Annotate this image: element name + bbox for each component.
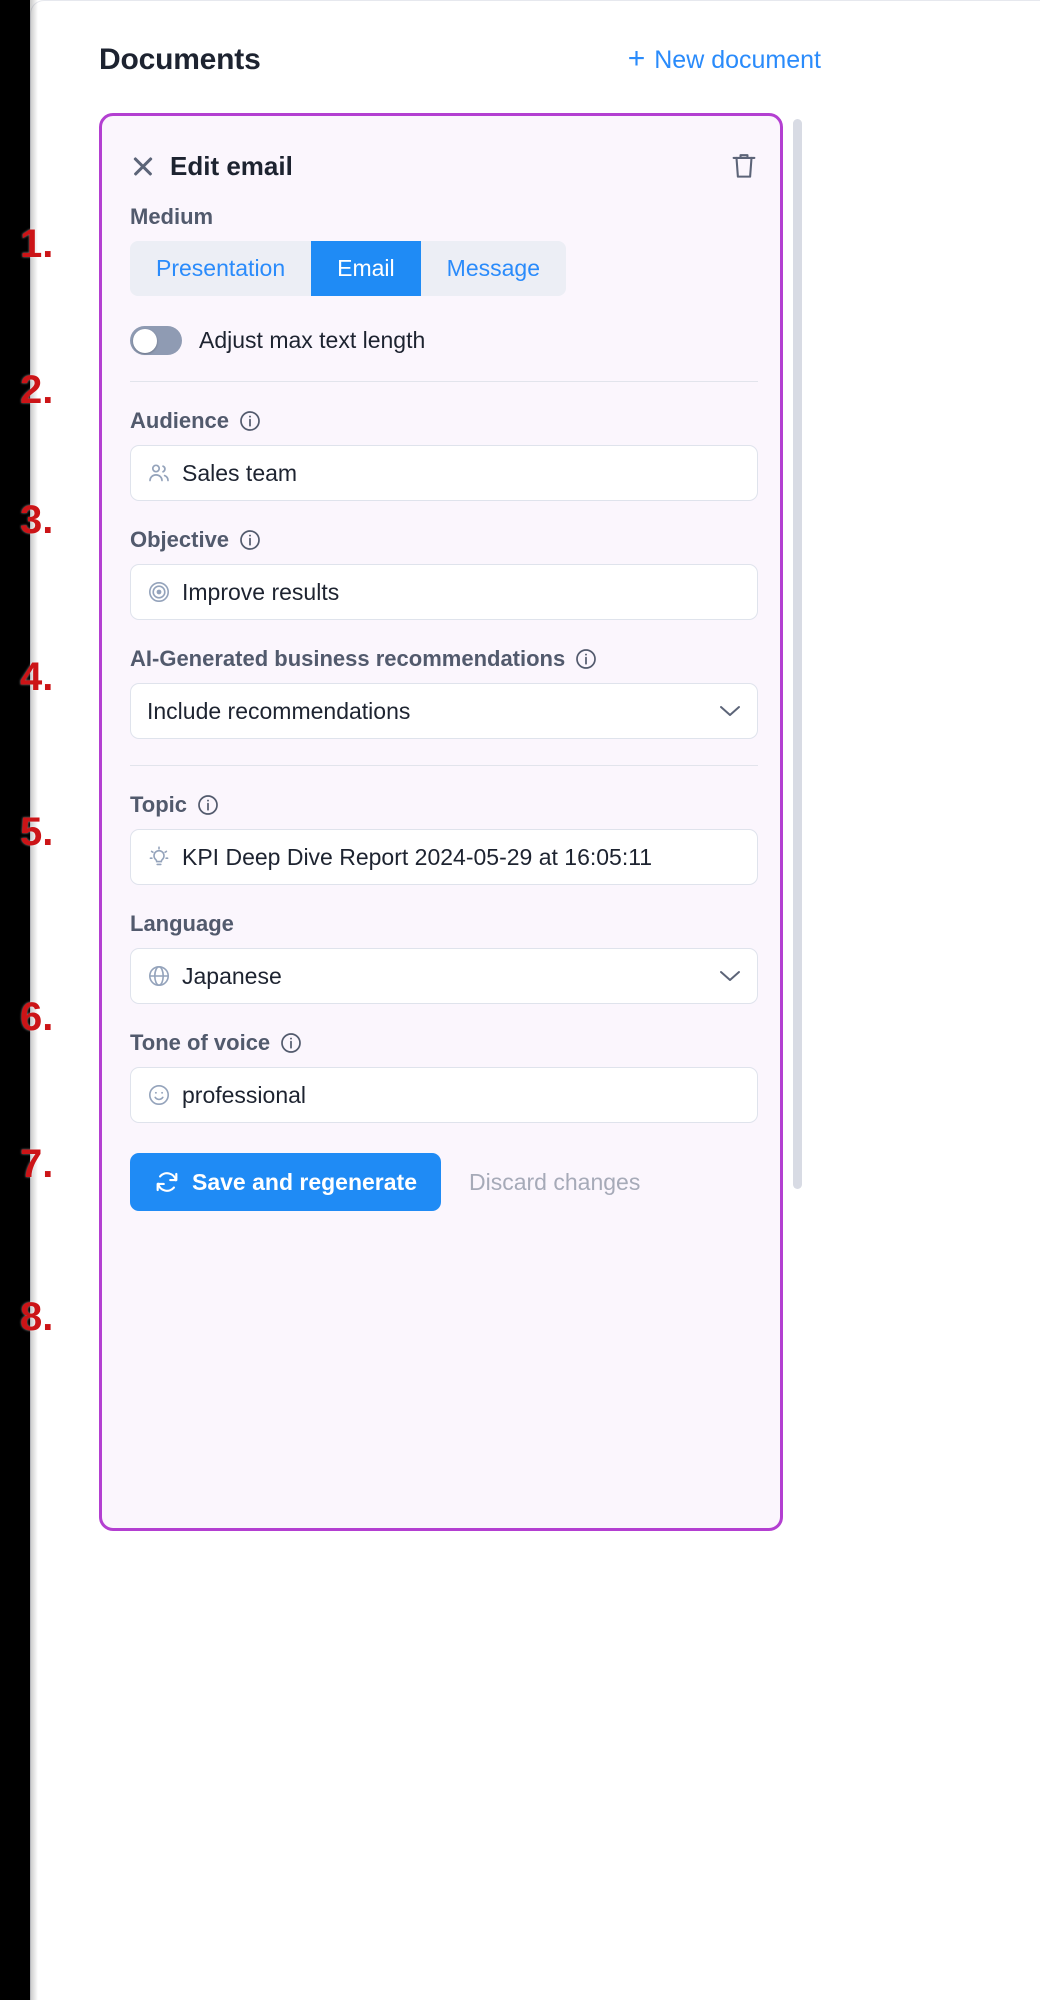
language-label-row: Language — [130, 911, 758, 937]
language-value: Japanese — [182, 962, 282, 989]
divider-top — [130, 381, 758, 382]
recommendations-select[interactable]: Include recommendations — [130, 683, 758, 739]
medium-segmented-control: Presentation Email Message — [130, 241, 566, 296]
audience-label: Audience — [130, 408, 230, 433]
recommendations-label-row: AI-Generated business recommendations — [130, 646, 758, 672]
panel-title: Edit email — [170, 150, 293, 181]
topic-field: Topic KPI Deep Dive Report 2024-05-29 at… — [130, 792, 758, 885]
audience-input[interactable]: Sales team — [130, 445, 758, 501]
medium-label-row: Medium — [130, 204, 758, 230]
objective-field: Objective Improve results — [130, 527, 758, 620]
objective-label-row: Objective — [130, 527, 758, 553]
target-icon — [147, 580, 171, 604]
medium-option-message[interactable]: Message — [421, 241, 566, 296]
page-title: Documents — [99, 43, 261, 76]
language-label: Language — [130, 911, 234, 936]
step-marker-7: 7. — [20, 1142, 54, 1186]
documents-header: Documents + New document — [99, 29, 821, 91]
step-marker-3: 3. — [20, 498, 54, 542]
recommendations-field: AI-Generated business recommendations In… — [130, 646, 758, 739]
info-icon[interactable] — [575, 648, 597, 670]
language-field: Language Japanese — [130, 911, 758, 1004]
panel-header: Edit email — [130, 144, 758, 188]
trash-icon[interactable] — [730, 151, 758, 181]
screenshot-root: Documents + New document Edit email Medi… — [0, 0, 1040, 2000]
objective-label: Objective — [130, 527, 230, 552]
topic-value: KPI Deep Dive Report 2024-05-29 at 16:05… — [182, 843, 653, 870]
recommendations-label: AI-Generated business recommendations — [130, 646, 566, 671]
smiley-icon — [147, 1083, 171, 1107]
language-select[interactable]: Japanese — [130, 948, 758, 1004]
globe-icon — [147, 964, 171, 988]
step-marker-6: 6. — [20, 995, 54, 1039]
step-marker-1: 1. — [20, 222, 54, 266]
info-icon[interactable] — [239, 410, 261, 432]
medium-label: Medium — [130, 204, 214, 229]
discard-changes-button[interactable]: Discard changes — [451, 1169, 658, 1196]
tone-field: Tone of voice professional — [130, 1030, 758, 1123]
close-icon[interactable] — [130, 153, 156, 179]
objective-value: Improve results — [182, 578, 340, 605]
plus-icon: + — [627, 42, 646, 75]
refresh-icon — [154, 1169, 180, 1195]
step-marker-5: 5. — [20, 810, 54, 854]
chevron-down-icon — [719, 704, 741, 718]
users-icon — [147, 461, 171, 485]
info-icon[interactable] — [239, 529, 261, 551]
audience-value: Sales team — [182, 459, 298, 486]
chevron-down-icon — [719, 969, 741, 983]
audience-field: Audience Sales team — [130, 408, 758, 501]
documents-app-card: Documents + New document Edit email Medi… — [30, 0, 1040, 2000]
audience-label-row: Audience — [130, 408, 758, 434]
tone-label: Tone of voice — [130, 1030, 271, 1055]
step-marker-8: 8. — [20, 1295, 54, 1339]
max-text-length-label: Adjust max text length — [199, 327, 426, 353]
recommendations-value: Include recommendations — [147, 697, 411, 724]
panel-scrollbar[interactable] — [793, 119, 802, 1189]
topic-label-row: Topic — [130, 792, 758, 818]
info-icon[interactable] — [280, 1032, 302, 1054]
medium-option-email[interactable]: Email — [311, 241, 421, 296]
panel-actions: Save and regenerate Discard changes — [130, 1153, 758, 1211]
save-and-regenerate-button[interactable]: Save and regenerate — [130, 1153, 442, 1211]
max-text-length-toggle[interactable] — [130, 326, 182, 355]
tone-input[interactable]: professional — [130, 1067, 758, 1123]
objective-input[interactable]: Improve results — [130, 564, 758, 620]
topic-input[interactable]: KPI Deep Dive Report 2024-05-29 at 16:05… — [130, 829, 758, 885]
info-icon[interactable] — [197, 794, 219, 816]
save-label: Save and regenerate — [192, 1168, 418, 1195]
divider-middle — [130, 765, 758, 766]
lightbulb-icon — [147, 845, 171, 869]
new-document-button[interactable]: + New document — [627, 42, 821, 75]
step-marker-4: 4. — [20, 655, 54, 699]
tone-value: professional — [182, 1081, 307, 1108]
tone-label-row: Tone of voice — [130, 1030, 758, 1056]
edit-email-panel: Edit email Medium Presentation Email Mes… — [99, 113, 783, 1531]
new-document-label: New document — [654, 45, 821, 74]
max-text-length-row: Adjust max text length — [130, 326, 758, 355]
topic-label: Topic — [130, 792, 188, 817]
step-marker-2: 2. — [20, 368, 54, 412]
medium-option-presentation[interactable]: Presentation — [130, 241, 311, 296]
toggle-knob — [132, 328, 157, 353]
panel-body: Medium Presentation Email Message Adjust… — [130, 204, 758, 1211]
